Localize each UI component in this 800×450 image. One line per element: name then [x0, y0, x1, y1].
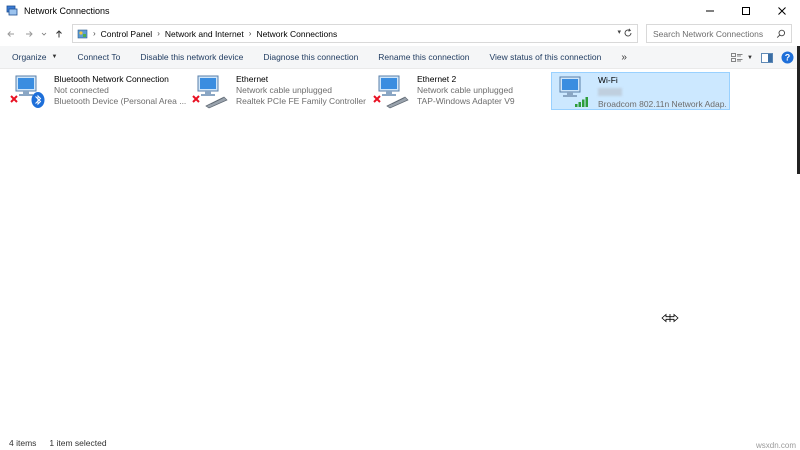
connection-status: Network cable unplugged — [236, 85, 332, 95]
search-input[interactable] — [653, 28, 771, 39]
connection-item-ethernet-2[interactable]: Ethernet 2 Network cable unplugged TAP-W… — [371, 72, 547, 110]
item-count: 4 items — [9, 438, 37, 448]
forward-arrow-icon — [26, 31, 33, 37]
selected-count: 1 item selected — [49, 438, 107, 448]
search-box[interactable] — [646, 24, 792, 43]
connection-device: Realtek PCIe FE Family Controller — [236, 96, 366, 106]
refresh-icon[interactable] — [622, 27, 634, 39]
address-bar[interactable]: › Control Panel › Network and Internet ›… — [72, 24, 638, 43]
status-bar: 4 items 1 item selected — [0, 436, 800, 450]
ethernet-adapter-icon — [192, 73, 230, 109]
ethernet-adapter-icon — [373, 73, 411, 109]
connection-device: Broadcom 802.11n Network Adap... — [598, 99, 726, 109]
connection-status: Network cable unplugged — [417, 85, 513, 95]
connection-name: Bluetooth Network Connection — [54, 74, 169, 84]
more-commands-button[interactable]: » — [611, 46, 637, 69]
bluetooth-adapter-icon — [10, 73, 48, 109]
search-icon — [776, 29, 786, 38]
organize-label: Organize — [12, 52, 47, 62]
chevron-down-icon: ▼ — [51, 54, 58, 60]
rename-connection-button[interactable]: Rename this connection — [368, 46, 479, 69]
minimize-icon — [706, 10, 714, 12]
back-button[interactable] — [4, 27, 18, 41]
connection-device: Bluetooth Device (Personal Area ... — [54, 96, 187, 106]
up-button[interactable] — [52, 27, 66, 41]
connect-to-button[interactable]: Connect To — [67, 46, 130, 69]
connection-item-ethernet[interactable]: Ethernet Network cable unplugged Realtek… — [190, 72, 366, 110]
connection-item-wifi[interactable]: Wi-Fi Broadcom 802.11n Network Adap... — [551, 72, 730, 110]
connection-status: Not connected — [54, 85, 109, 95]
network-connections-app-icon — [6, 5, 18, 16]
connection-item-bluetooth[interactable]: Bluetooth Network Connection Not connect… — [8, 72, 187, 110]
command-bar: Organize ▼ Connect To Disable this netwo… — [0, 46, 800, 69]
forward-button[interactable] — [22, 27, 36, 41]
breadcrumb-network-connections[interactable]: Network Connections — [252, 29, 341, 39]
resize-cursor-icon — [661, 313, 679, 323]
connection-device: TAP-Windows Adapter V9 — [417, 96, 515, 106]
maximize-button[interactable] — [728, 0, 764, 22]
chevron-down-icon: ▼ — [747, 54, 753, 61]
help-icon[interactable]: ? — [781, 51, 794, 64]
minimize-button[interactable] — [692, 0, 728, 22]
back-arrow-icon — [7, 31, 14, 37]
watermark: wsxdn.com — [755, 441, 796, 450]
breadcrumb-control-panel[interactable]: Control Panel — [97, 29, 157, 39]
address-row: › Control Panel › Network and Internet ›… — [0, 23, 800, 45]
recent-locations-button[interactable] — [40, 27, 48, 41]
connection-name: Ethernet — [236, 74, 269, 84]
close-button[interactable] — [764, 0, 800, 22]
preview-pane-icon[interactable] — [761, 52, 773, 63]
title-bar: Network Connections — [0, 0, 800, 22]
breadcrumb-network-and-internet[interactable]: Network and Internet — [161, 29, 248, 39]
change-view-button[interactable]: ▼ — [731, 52, 753, 63]
svg-text:?: ? — [785, 53, 791, 63]
control-panel-icon — [77, 29, 88, 38]
connection-status-redacted — [598, 86, 726, 99]
chevron-down-icon — [41, 32, 47, 36]
view-status-button[interactable]: View status of this connection — [480, 46, 612, 69]
wifi-adapter-icon — [554, 74, 592, 110]
diagnose-connection-button[interactable]: Diagnose this connection — [253, 46, 368, 69]
view-options-icon — [731, 52, 743, 62]
address-dropdown-icon[interactable]: ▾ — [617, 28, 621, 36]
window-title: Network Connections — [24, 6, 110, 16]
connection-name: Wi-Fi — [598, 75, 618, 85]
close-icon — [778, 7, 786, 15]
connection-name: Ethernet 2 — [417, 74, 457, 84]
disable-device-button[interactable]: Disable this network device — [130, 46, 253, 69]
organize-menu[interactable]: Organize ▼ — [0, 46, 67, 69]
maximize-icon — [742, 7, 750, 15]
up-arrow-icon — [56, 30, 62, 38]
